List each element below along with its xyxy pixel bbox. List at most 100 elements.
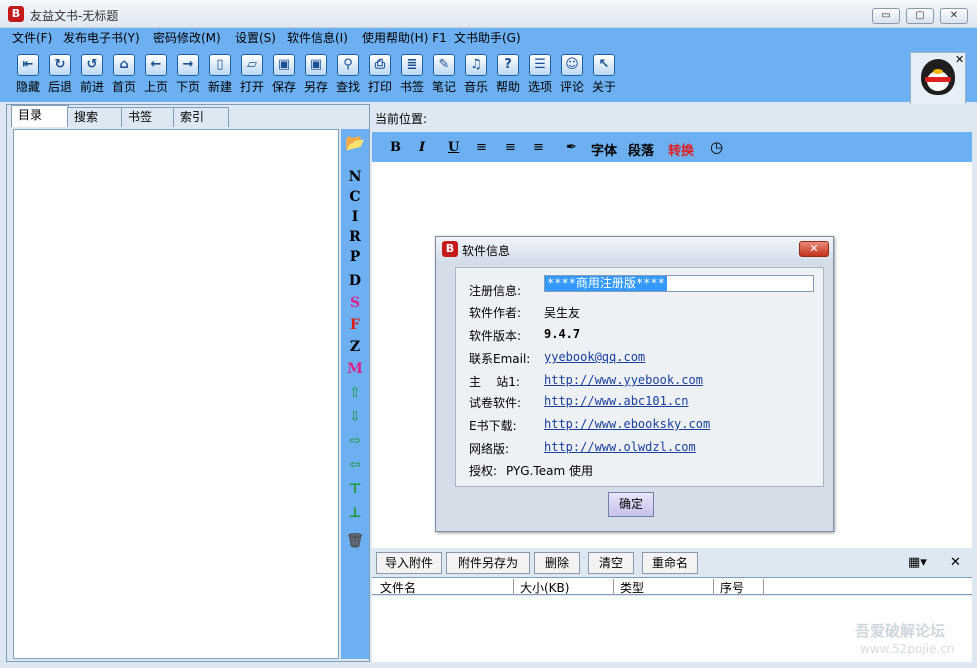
- toolbar-button-7[interactable]: ▱ 打开: [236, 54, 268, 95]
- tab-contents[interactable]: 目录: [11, 105, 69, 127]
- toolbar-button-9[interactable]: ▣ 另存: [300, 54, 332, 95]
- tab-bookmarks[interactable]: 书签: [121, 107, 175, 127]
- toolbar-label[interactable]: 书签: [396, 78, 428, 95]
- prev-page-icon[interactable]: ←: [145, 54, 167, 76]
- save-icon[interactable]: ▣: [273, 54, 295, 76]
- view-grid-icon[interactable]: ▦▾: [908, 555, 927, 570]
- toolbar-button-5[interactable]: → 下页: [172, 54, 204, 95]
- ok-button[interactable]: 确定: [608, 492, 654, 517]
- comment-icon[interactable]: ☺: [561, 54, 583, 76]
- toolbar-label[interactable]: 下页: [172, 78, 204, 95]
- note-icon[interactable]: ✎: [433, 54, 455, 76]
- toolbar-button-14[interactable]: ♫ 音乐: [460, 54, 492, 95]
- reg-field[interactable]: ****商用注册版****: [544, 275, 814, 292]
- toolbar-button-10[interactable]: ⚲ 查找: [332, 54, 364, 95]
- toolbar-button-17[interactable]: ☺ 评论: [556, 54, 588, 95]
- move-down-icon[interactable]: ⇩: [341, 409, 369, 425]
- options-icon[interactable]: ☰: [529, 54, 551, 76]
- vt-f[interactable]: F: [341, 317, 369, 333]
- toolbar-button-1[interactable]: ↻ 后退: [44, 54, 76, 95]
- vt-p[interactable]: P: [341, 249, 369, 265]
- move-left-icon[interactable]: ⇦: [341, 457, 369, 473]
- vt-r[interactable]: R: [341, 229, 369, 245]
- toolbar-button-16[interactable]: ☰ 选项: [524, 54, 556, 95]
- vt-i[interactable]: I: [341, 209, 369, 225]
- toolbar-label[interactable]: 隐藏: [12, 78, 44, 95]
- toolbar-label[interactable]: 保存: [268, 78, 300, 95]
- clock-icon[interactable]: ◷: [710, 138, 723, 156]
- qq-penguin-icon[interactable]: [921, 59, 955, 95]
- italic-button[interactable]: I: [419, 140, 425, 155]
- email-link[interactable]: yyebook@qq.com: [544, 350, 645, 364]
- toolbar-button-3[interactable]: ⌂ 首页: [108, 54, 140, 95]
- open-folder-icon[interactable]: ▱: [241, 54, 263, 76]
- menu-file[interactable]: 文件(F): [12, 29, 52, 46]
- toolbar-label[interactable]: 打开: [236, 78, 268, 95]
- menu-software-info[interactable]: 软件信息(I): [287, 29, 348, 46]
- exam-software-link[interactable]: http://www.abc101.cn: [544, 394, 689, 408]
- trash-icon[interactable]: 🗑: [341, 533, 369, 549]
- toolbar-label[interactable]: 前进: [76, 78, 108, 95]
- toolbar-label[interactable]: 上页: [140, 78, 172, 95]
- toolbar-button-2[interactable]: ↺ 前进: [76, 54, 108, 95]
- maximize-button[interactable]: ▢: [906, 8, 934, 24]
- toolbar-button-4[interactable]: ← 上页: [140, 54, 172, 95]
- col-type[interactable]: 类型: [614, 579, 714, 595]
- toolbar-label[interactable]: 查找: [332, 78, 364, 95]
- paragraph-button[interactable]: 段落: [628, 140, 654, 159]
- tab-search[interactable]: 搜索: [67, 107, 123, 127]
- toolbar-label[interactable]: 首页: [108, 78, 140, 95]
- attachment-close-icon[interactable]: ✕: [950, 555, 961, 570]
- music-icon[interactable]: ♫: [465, 54, 487, 76]
- toolbar-button-11[interactable]: ⎙ 打印: [364, 54, 396, 95]
- col-size[interactable]: 大小(KB): [514, 579, 614, 595]
- search-icon[interactable]: ⚲: [337, 54, 359, 76]
- toolbar-label[interactable]: 后退: [44, 78, 76, 95]
- bold-button[interactable]: B: [390, 140, 401, 155]
- import-attachment-button[interactable]: 导入附件: [376, 552, 442, 574]
- web-version-link[interactable]: http://www.olwdzl.com: [544, 440, 696, 454]
- toolbar-label[interactable]: 打印: [364, 78, 396, 95]
- menu-assistant[interactable]: 文书助手(G): [454, 29, 521, 46]
- col-index[interactable]: 序号: [714, 579, 764, 595]
- toolbar-label[interactable]: 新建: [204, 78, 236, 95]
- toolbar-button-13[interactable]: ✎ 笔记: [428, 54, 460, 95]
- dialog-close-button[interactable]: ✕: [799, 241, 829, 257]
- align-center-icon[interactable]: ≡: [505, 140, 516, 155]
- delete-attachment-button[interactable]: 删除: [534, 552, 580, 574]
- qq-close-icon[interactable]: ✕: [955, 53, 964, 66]
- clear-attachments-button[interactable]: 清空: [588, 552, 634, 574]
- toolbar-label[interactable]: 评论: [556, 78, 588, 95]
- toolbar-button-18[interactable]: ↖ 关于: [588, 54, 620, 95]
- toolbar-label[interactable]: 音乐: [460, 78, 492, 95]
- print-icon[interactable]: ⎙: [369, 54, 391, 76]
- reg-value[interactable]: ****商用注册版****: [545, 276, 667, 291]
- toolbar-button-15[interactable]: ? 帮助: [492, 54, 524, 95]
- move-right-icon[interactable]: ⇨: [341, 433, 369, 449]
- vt-c[interactable]: C: [341, 189, 369, 205]
- toolbar-label[interactable]: 笔记: [428, 78, 460, 95]
- menu-publish-ebook[interactable]: 发布电子书(Y): [63, 29, 140, 46]
- move-top-icon[interactable]: ⊤: [341, 481, 369, 497]
- tab-index[interactable]: 索引: [173, 107, 229, 127]
- menu-help[interactable]: 使用帮助(H) F1: [362, 29, 447, 46]
- toolbar-label[interactable]: 帮助: [492, 78, 524, 95]
- ebook-download-link[interactable]: http://www.ebooksky.com: [544, 417, 710, 431]
- next-page-icon[interactable]: →: [177, 54, 199, 76]
- open-folder-icon[interactable]: 📂: [341, 133, 369, 152]
- toolbar-button-8[interactable]: ▣ 保存: [268, 54, 300, 95]
- toolbar-button-0[interactable]: ⇤ 隐藏: [12, 54, 44, 95]
- brush-icon[interactable]: ✒: [566, 140, 577, 155]
- home-icon[interactable]: ⌂: [113, 54, 135, 76]
- vt-z[interactable]: Z: [341, 339, 369, 355]
- new-file-icon[interactable]: ▯: [209, 54, 231, 76]
- vt-s[interactable]: S: [341, 295, 369, 311]
- move-up-icon[interactable]: ⇧: [341, 385, 369, 401]
- move-bottom-icon[interactable]: ⊥: [341, 505, 369, 521]
- back-icon[interactable]: ↻: [49, 54, 71, 76]
- forward-icon[interactable]: ↺: [81, 54, 103, 76]
- vt-n[interactable]: N: [341, 169, 369, 185]
- help-icon[interactable]: ?: [497, 54, 519, 76]
- toolbar-button-12[interactable]: ≣ 书签: [396, 54, 428, 95]
- convert-button[interactable]: 转换: [668, 140, 694, 159]
